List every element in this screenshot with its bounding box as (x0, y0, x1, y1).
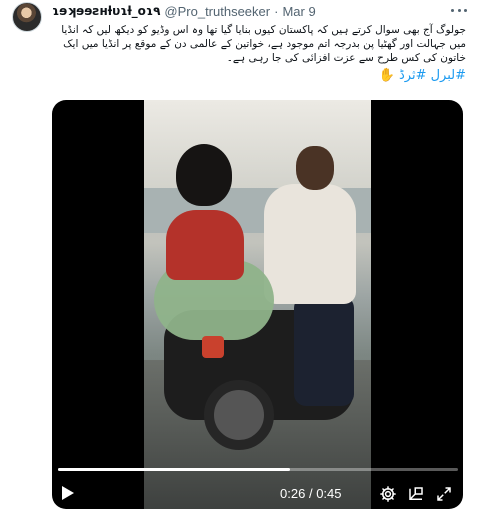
video-controls: 0:26 / 0:45 (52, 480, 463, 508)
tweet-date[interactable]: Mar 9 (282, 4, 315, 19)
avatar[interactable] (12, 2, 42, 32)
duration: 0:45 (316, 486, 342, 501)
video-frame (144, 100, 371, 509)
video-progress-fill (58, 468, 290, 471)
video-time: 0:26 / 0:45 (280, 486, 342, 501)
play-icon[interactable] (62, 486, 74, 500)
hashtags-line: #لبرل #ثرڈ ✋ (56, 68, 466, 84)
fullscreen-icon[interactable] (435, 485, 453, 503)
tweet-text: جولوگ آج بھی سوال کرتے ہیں کہ پاکستان کی… (61, 24, 466, 64)
display-name[interactable]: ɿɘʞɘɘƨʜƚυɿƚ_oɿ٩ (52, 4, 160, 18)
gear-icon[interactable] (379, 485, 397, 503)
current-time: 0:26 (280, 486, 306, 501)
dock-icon[interactable] (407, 485, 425, 503)
tweet-header: ɿɘʞɘɘƨʜƚυɿƚ_oɿ٩ @Pro_truthseeker · Mar 9 (52, 3, 316, 19)
raised-hand-icon: ✋ (378, 68, 395, 83)
hashtag-links[interactable]: #لبرل #ثرڈ (399, 68, 466, 83)
time-separator: / (308, 486, 313, 501)
separator-dot: · (274, 3, 279, 19)
more-horizontal-icon[interactable] (451, 4, 467, 16)
video-progress-bar[interactable] (58, 468, 458, 471)
tweet[interactable]: ɿɘʞɘɘƨʜƚυɿƚ_oɿ٩ @Pro_truthseeker · Mar 9… (0, 0, 477, 509)
video-player[interactable]: 0:26 / 0:45 (52, 100, 463, 509)
user-handle[interactable]: @Pro_truthseeker (164, 4, 270, 19)
